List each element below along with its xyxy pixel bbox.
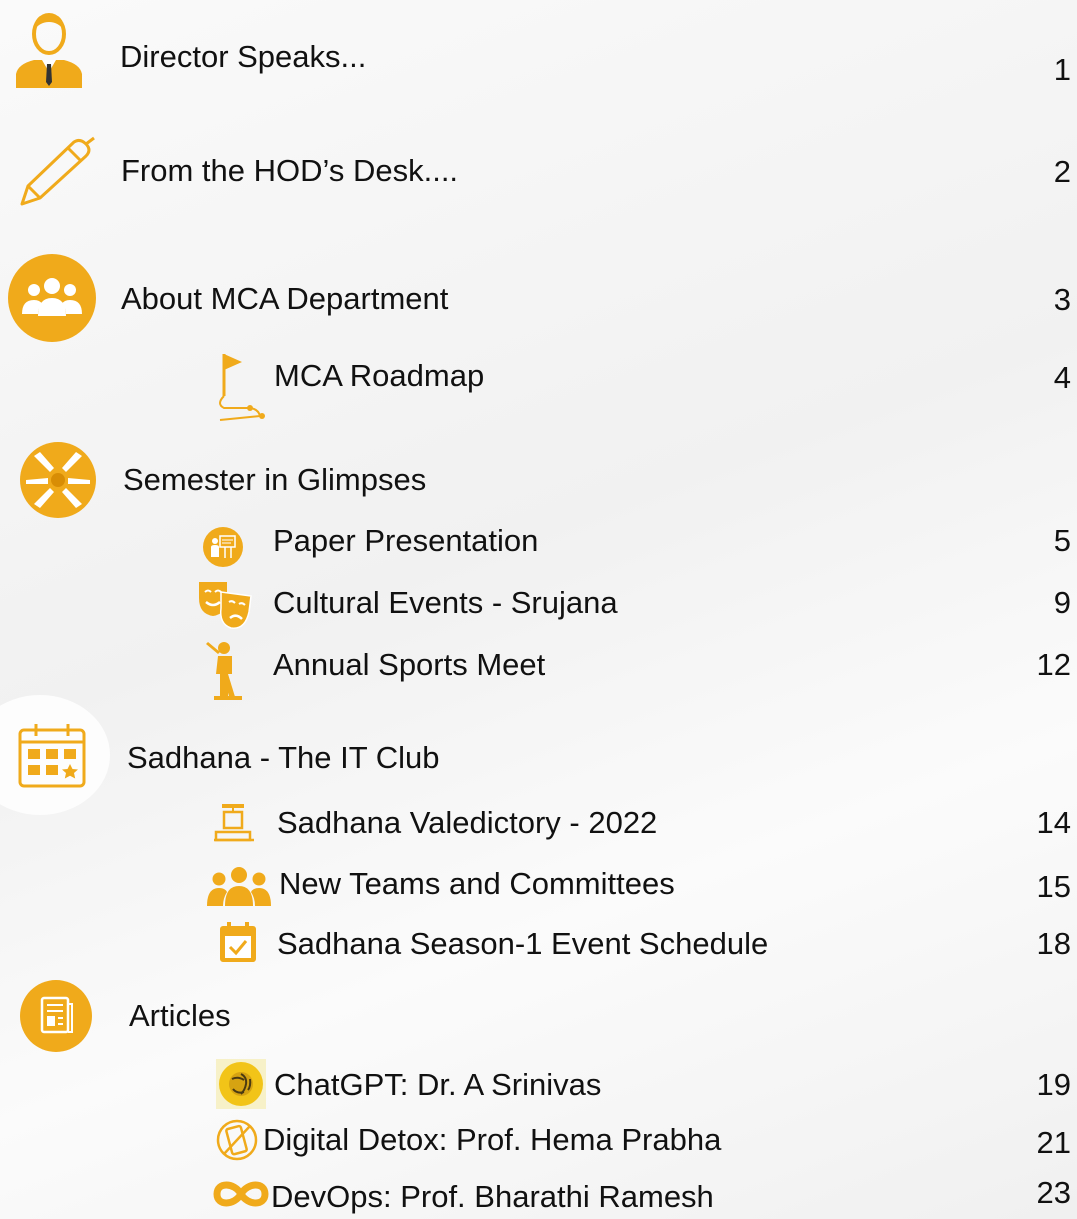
toc-page-number: 19 [1036, 1067, 1071, 1102]
group-icon [8, 254, 96, 342]
presentation-icon [203, 527, 243, 567]
toc-label: New Teams and Committees [279, 866, 675, 901]
theatre-masks-icon [199, 582, 252, 629]
businessman-icon [16, 13, 82, 88]
toc-label: DevOps: Prof. Bharathi Ramesh [271, 1179, 714, 1214]
toc-page-number: 9 [1053, 585, 1071, 620]
team-icon [207, 867, 271, 906]
toc-page-number: 5 [1053, 523, 1071, 558]
toc-label: Articles [129, 998, 231, 1033]
chatgpt-logo-icon [216, 1059, 266, 1109]
flag-route-icon [219, 354, 265, 421]
document-icon [20, 980, 92, 1052]
toc-label: Annual Sports Meet [273, 647, 546, 682]
toc-label: MCA Roadmap [274, 358, 485, 393]
toc-label: Paper Presentation [273, 523, 539, 558]
toc-label: Director Speaks... [120, 39, 367, 74]
toc-page-number: 12 [1036, 647, 1071, 682]
podium-icon [214, 804, 254, 842]
toc-page-number: 4 [1053, 360, 1071, 395]
toc-label: Cultural Events - Srujana [273, 585, 618, 620]
toc-page-number: 2 [1053, 154, 1071, 189]
toc-label: Sadhana Valedictory - 2022 [277, 805, 658, 840]
no-phone-icon [216, 1119, 258, 1161]
toc-page-number: 15 [1036, 869, 1071, 904]
calendar-grid-icon [18, 724, 86, 788]
hands-icon [20, 442, 96, 518]
toc-label: Sadhana - The IT Club [127, 740, 440, 775]
toc-page-number: 1 [1053, 52, 1071, 87]
toc-page-number: 23 [1036, 1175, 1071, 1210]
toc-label: ChatGPT: Dr. A Srinivas [274, 1067, 602, 1102]
toc-label: Semester in Glimpses [123, 462, 427, 497]
toc-page-number: 14 [1036, 805, 1071, 840]
toc-label: About MCA Department [121, 281, 449, 316]
toc-page-number: 18 [1036, 926, 1071, 961]
toc-label: Sadhana Season-1 Event Schedule [277, 926, 769, 961]
infinity-icon [213, 1181, 269, 1207]
calendar-check-icon [220, 922, 256, 962]
pen-icon [20, 136, 95, 206]
toc-page-number: 3 [1053, 282, 1071, 317]
toc-label: From the HOD’s Desk.... [121, 153, 459, 188]
toc-page-number: 21 [1036, 1125, 1071, 1160]
cricket-player-icon [206, 642, 242, 700]
toc-label: Digital Detox: Prof. Hema Prabha [263, 1122, 722, 1157]
